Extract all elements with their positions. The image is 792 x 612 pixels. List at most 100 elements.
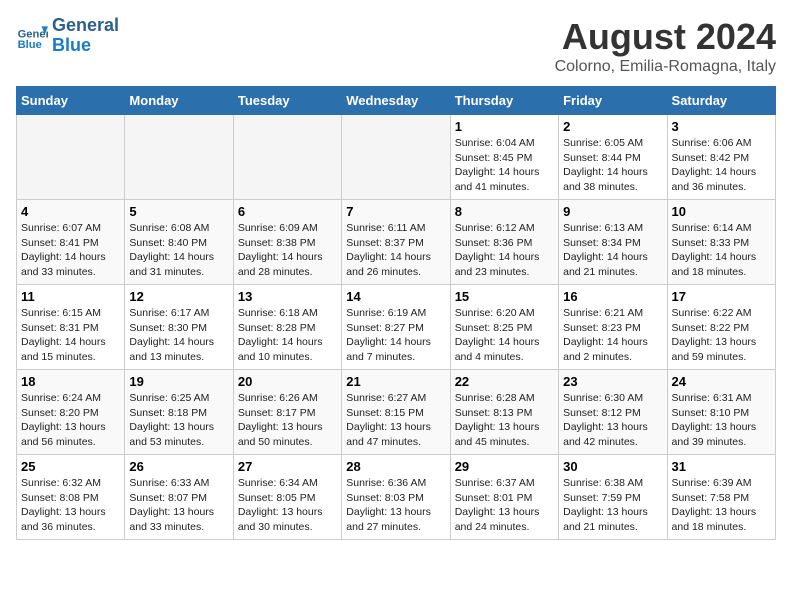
calendar-cell: 12 Sunrise: 6:17 AMSunset: 8:30 PMDayligh… <box>125 285 233 370</box>
day-info: Sunrise: 6:11 AMSunset: 8:37 PMDaylight:… <box>346 221 445 280</box>
day-number: 3 <box>672 119 771 134</box>
calendar-cell: 16Sunrise: 6:21 AMSunset: 8:23 PMDayligh… <box>559 285 667 370</box>
calendar-cell <box>125 115 233 200</box>
day-number: 24 <box>672 374 771 389</box>
calendar-cell: 31 Sunrise: 6:39 AMSunset: 7:58 PMDayligh… <box>667 455 775 540</box>
day-info: Sunrise: 6:37 AMSunset: 8:01 PMDaylight:… <box>455 476 554 535</box>
day-info: Sunrise: 6:34 AMSunset: 8:05 PMDaylight:… <box>238 476 337 535</box>
day-number: 2 <box>563 119 662 134</box>
day-number: 31 <box>672 459 771 474</box>
day-info: Sunrise: 6:27 AMSunset: 8:15 PMDaylight:… <box>346 391 445 450</box>
calendar-cell: 17 Sunrise: 6:22 AMSunset: 8:22 PMDayligh… <box>667 285 775 370</box>
day-number: 11 <box>21 289 120 304</box>
day-number: 30 <box>563 459 662 474</box>
page-header: General Blue General Blue August 2024 Co… <box>16 16 776 76</box>
calendar-cell: 30 Sunrise: 6:38 AMSunset: 7:59 PMDayligh… <box>559 455 667 540</box>
day-info: Sunrise: 6:07 AMSunset: 8:41 PMDaylight:… <box>21 221 120 280</box>
day-info: Sunrise: 6:05 AMSunset: 8:44 PMDaylight:… <box>563 136 662 195</box>
day-number: 17 <box>672 289 771 304</box>
day-info: Sunrise: 6:31 AMSunset: 8:10 PMDaylight:… <box>672 391 771 450</box>
svg-text:Blue: Blue <box>18 39 42 51</box>
calendar-cell: 24 Sunrise: 6:31 AMSunset: 8:10 PMDayligh… <box>667 370 775 455</box>
day-info: Sunrise: 6:30 AMSunset: 8:12 PMDaylight:… <box>563 391 662 450</box>
day-number: 18 <box>21 374 120 389</box>
calendar-cell: 23 Sunrise: 6:30 AMSunset: 8:12 PMDayligh… <box>559 370 667 455</box>
calendar-cell: 8 Sunrise: 6:12 AMSunset: 8:36 PMDaylight… <box>450 200 558 285</box>
day-number: 23 <box>563 374 662 389</box>
calendar-cell: 11 Sunrise: 6:15 AMSunset: 8:31 PMDayligh… <box>17 285 125 370</box>
weekday-header-tuesday: Tuesday <box>233 87 341 115</box>
calendar-cell: 21 Sunrise: 6:27 AMSunset: 8:15 PMDayligh… <box>342 370 450 455</box>
calendar-cell: 15Sunrise: 6:20 AMSunset: 8:25 PMDayligh… <box>450 285 558 370</box>
day-number: 22 <box>455 374 554 389</box>
day-number: 9 <box>563 204 662 219</box>
day-number: 15 <box>455 289 554 304</box>
title-block: August 2024 Colorno, Emilia-Romagna, Ita… <box>555 16 776 76</box>
day-number: 7 <box>346 204 445 219</box>
day-info: Sunrise: 6:19 AMSunset: 8:27 PMDaylight:… <box>346 306 445 365</box>
day-number: 8 <box>455 204 554 219</box>
calendar-cell: 27 Sunrise: 6:34 AMSunset: 8:05 PMDayligh… <box>233 455 341 540</box>
day-info: Sunrise: 6:24 AMSunset: 8:20 PMDaylight:… <box>21 391 120 450</box>
day-info: Sunrise: 6:08 AMSunset: 8:40 PMDaylight:… <box>129 221 228 280</box>
weekday-header-thursday: Thursday <box>450 87 558 115</box>
day-info: Sunrise: 6:17 AMSunset: 8:30 PMDaylight:… <box>129 306 228 365</box>
day-info: Sunrise: 6:13 AMSunset: 8:34 PMDaylight:… <box>563 221 662 280</box>
calendar-cell: 28Sunrise: 6:36 AMSunset: 8:03 PMDayligh… <box>342 455 450 540</box>
calendar-cell: 22Sunrise: 6:28 AMSunset: 8:13 PMDayligh… <box>450 370 558 455</box>
calendar-cell: 7 Sunrise: 6:11 AMSunset: 8:37 PMDaylight… <box>342 200 450 285</box>
calendar-week-5: 25 Sunrise: 6:32 AMSunset: 8:08 PMDayligh… <box>17 455 776 540</box>
calendar-cell: 19 Sunrise: 6:25 AMSunset: 8:18 PMDayligh… <box>125 370 233 455</box>
weekday-header-row: SundayMondayTuesdayWednesdayThursdayFrid… <box>17 87 776 115</box>
calendar-cell: 14 Sunrise: 6:19 AMSunset: 8:27 PMDayligh… <box>342 285 450 370</box>
day-number: 10 <box>672 204 771 219</box>
calendar-cell: 3 Sunrise: 6:06 AMSunset: 8:42 PMDaylight… <box>667 115 775 200</box>
calendar-cell: 26Sunrise: 6:33 AMSunset: 8:07 PMDayligh… <box>125 455 233 540</box>
calendar-cell: 1Sunrise: 6:04 AMSunset: 8:45 PMDaylight… <box>450 115 558 200</box>
day-info: Sunrise: 6:09 AMSunset: 8:38 PMDaylight:… <box>238 221 337 280</box>
calendar-week-2: 4Sunrise: 6:07 AMSunset: 8:41 PMDaylight… <box>17 200 776 285</box>
day-info: Sunrise: 6:12 AMSunset: 8:36 PMDaylight:… <box>455 221 554 280</box>
day-number: 14 <box>346 289 445 304</box>
day-info: Sunrise: 6:32 AMSunset: 8:08 PMDaylight:… <box>21 476 120 535</box>
day-info: Sunrise: 6:38 AMSunset: 7:59 PMDaylight:… <box>563 476 662 535</box>
calendar-week-4: 18 Sunrise: 6:24 AMSunset: 8:20 PMDayligh… <box>17 370 776 455</box>
day-number: 12 <box>129 289 228 304</box>
day-info: Sunrise: 6:26 AMSunset: 8:17 PMDaylight:… <box>238 391 337 450</box>
calendar-cell: 13 Sunrise: 6:18 AMSunset: 8:28 PMDayligh… <box>233 285 341 370</box>
calendar-cell <box>233 115 341 200</box>
calendar-cell: 6 Sunrise: 6:09 AMSunset: 8:38 PMDaylight… <box>233 200 341 285</box>
day-info: Sunrise: 6:39 AMSunset: 7:58 PMDaylight:… <box>672 476 771 535</box>
weekday-header-friday: Friday <box>559 87 667 115</box>
day-number: 5 <box>129 204 228 219</box>
calendar-cell <box>17 115 125 200</box>
day-number: 13 <box>238 289 337 304</box>
day-number: 28 <box>346 459 445 474</box>
calendar-cell <box>342 115 450 200</box>
day-number: 25 <box>21 459 120 474</box>
day-info: Sunrise: 6:22 AMSunset: 8:22 PMDaylight:… <box>672 306 771 365</box>
day-info: Sunrise: 6:18 AMSunset: 8:28 PMDaylight:… <box>238 306 337 365</box>
calendar-body: 1Sunrise: 6:04 AMSunset: 8:45 PMDaylight… <box>17 115 776 540</box>
day-number: 27 <box>238 459 337 474</box>
day-number: 19 <box>129 374 228 389</box>
calendar-cell: 9 Sunrise: 6:13 AMSunset: 8:34 PMDaylight… <box>559 200 667 285</box>
month-title: August 2024 <box>555 16 776 58</box>
day-number: 21 <box>346 374 445 389</box>
calendar-cell: 10 Sunrise: 6:14 AMSunset: 8:33 PMDayligh… <box>667 200 775 285</box>
day-number: 6 <box>238 204 337 219</box>
day-info: Sunrise: 6:33 AMSunset: 8:07 PMDaylight:… <box>129 476 228 535</box>
day-info: Sunrise: 6:25 AMSunset: 8:18 PMDaylight:… <box>129 391 228 450</box>
day-info: Sunrise: 6:06 AMSunset: 8:42 PMDaylight:… <box>672 136 771 195</box>
weekday-header-sunday: Sunday <box>17 87 125 115</box>
calendar-table: SundayMondayTuesdayWednesdayThursdayFrid… <box>16 86 776 540</box>
day-number: 20 <box>238 374 337 389</box>
calendar-cell: 20 Sunrise: 6:26 AMSunset: 8:17 PMDayligh… <box>233 370 341 455</box>
calendar-cell: 18 Sunrise: 6:24 AMSunset: 8:20 PMDayligh… <box>17 370 125 455</box>
calendar-cell: 5 Sunrise: 6:08 AMSunset: 8:40 PMDaylight… <box>125 200 233 285</box>
day-info: Sunrise: 6:15 AMSunset: 8:31 PMDaylight:… <box>21 306 120 365</box>
calendar-week-3: 11 Sunrise: 6:15 AMSunset: 8:31 PMDayligh… <box>17 285 776 370</box>
calendar-cell: 29Sunrise: 6:37 AMSunset: 8:01 PMDayligh… <box>450 455 558 540</box>
calendar-cell: 2 Sunrise: 6:05 AMSunset: 8:44 PMDaylight… <box>559 115 667 200</box>
day-info: Sunrise: 6:14 AMSunset: 8:33 PMDaylight:… <box>672 221 771 280</box>
